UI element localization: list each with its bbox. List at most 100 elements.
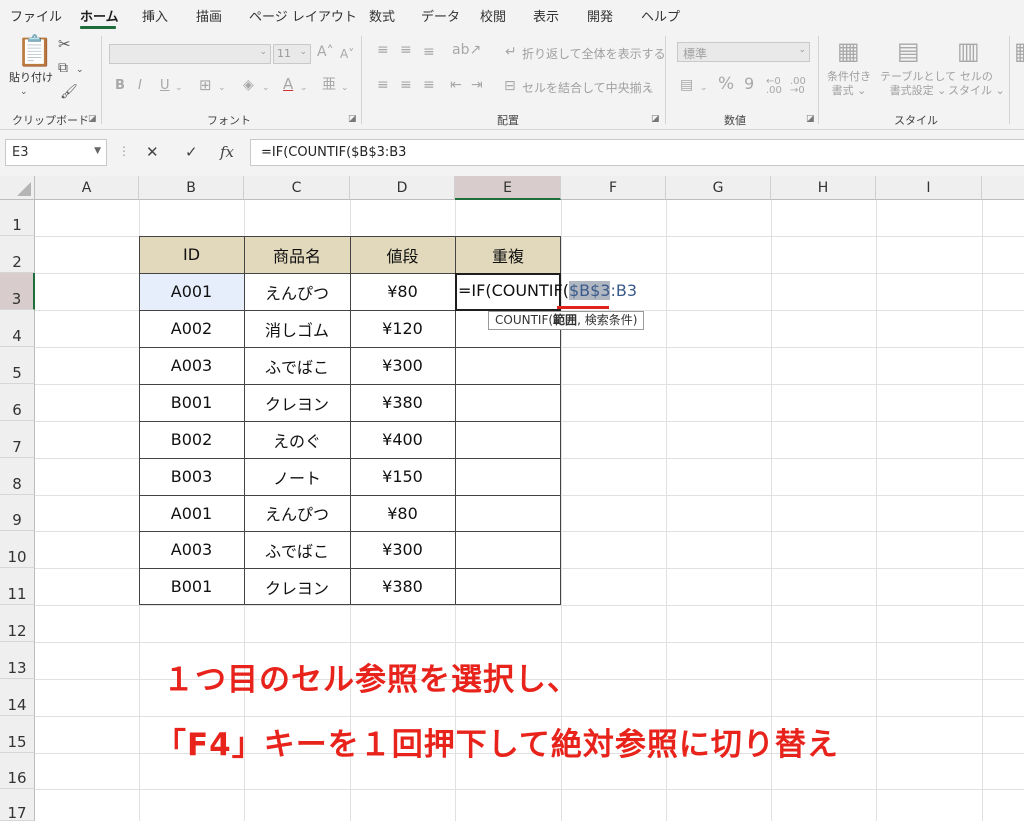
column-header-I[interactable]: I xyxy=(876,176,982,200)
row-header-10[interactable]: 10 xyxy=(0,531,35,568)
row-header-9[interactable]: 9 xyxy=(0,495,35,531)
conditional-format-icon[interactable]: ▦ xyxy=(837,38,860,64)
table-cell[interactable]: クレヨン xyxy=(244,384,350,421)
table-cell[interactable]: A003 xyxy=(139,347,244,384)
conditional-format-button[interactable]: 条件付き 書式 ⌄ xyxy=(827,70,871,98)
row-header-11[interactable]: 11 xyxy=(0,568,35,605)
table-cell[interactable]: ¥80 xyxy=(350,495,455,531)
format-painter-icon[interactable]: 🖌 xyxy=(60,84,78,100)
table-cell[interactable]: ¥150 xyxy=(350,458,455,495)
column-header-A[interactable]: A xyxy=(35,176,139,200)
column-header-G[interactable]: G xyxy=(666,176,771,200)
table-header-duplicate[interactable]: 重複 xyxy=(455,236,561,273)
borders-icon[interactable]: ⊞ xyxy=(199,77,212,93)
clipboard-launcher-icon[interactable]: ◪ xyxy=(88,114,97,124)
paste-button-label[interactable]: 貼り付け xyxy=(9,70,53,86)
table-header-price[interactable]: 値段 xyxy=(350,236,455,273)
fill-color-icon[interactable]: ◈ xyxy=(243,77,254,93)
tab-file[interactable]: ファイル xyxy=(10,6,62,25)
table-cell[interactable]: ¥80 xyxy=(350,273,455,310)
table-cell[interactable]: B003 xyxy=(139,458,244,495)
column-header-F[interactable]: F xyxy=(561,176,666,200)
decrease-decimal-icon[interactable]: .00 →0 xyxy=(790,77,806,96)
tooltip-arg-range[interactable]: 範囲 xyxy=(553,313,577,327)
insert-cells-icon[interactable]: ▦ xyxy=(1014,38,1024,64)
column-header-H[interactable]: H xyxy=(771,176,876,200)
selected-reference[interactable]: $B$3 xyxy=(568,281,611,300)
orientation-icon[interactable]: ab↗ xyxy=(452,42,481,58)
fill-color-dropdown-icon[interactable]: ⌄ xyxy=(262,80,270,96)
phonetic-dropdown-icon[interactable]: ⌄ xyxy=(341,80,349,96)
table-cell[interactable]: ¥380 xyxy=(350,568,455,605)
cell-styles-button[interactable]: セルの スタイル ⌄ xyxy=(948,70,1005,98)
format-as-table-button[interactable]: テーブルとして 書式設定 ⌄ xyxy=(880,70,956,98)
table-cell[interactable]: B001 xyxy=(139,384,244,421)
name-box-dropdown-icon[interactable]: ▼ xyxy=(94,146,101,156)
column-header-J[interactable] xyxy=(982,176,1024,200)
row-header-3[interactable]: 3 xyxy=(0,273,35,310)
increase-decimal-icon[interactable]: ←0.00 xyxy=(766,77,782,96)
cell-styles-icon[interactable]: ▥ xyxy=(957,38,980,64)
tab-view[interactable]: 表示 xyxy=(533,6,559,25)
table-cell[interactable]: クレヨン xyxy=(244,568,350,605)
decrease-font-icon[interactable]: A˅ xyxy=(340,46,354,62)
tab-developer[interactable]: 開発 xyxy=(587,6,613,25)
paste-icon[interactable]: 📋 xyxy=(16,36,53,68)
comma-style-icon[interactable]: 9 xyxy=(744,76,754,92)
font-color-icon[interactable]: A xyxy=(283,76,293,92)
number-format-combo[interactable]: 標準 ⌄ xyxy=(677,42,810,62)
increase-indent-icon[interactable]: ⇥ xyxy=(471,77,483,93)
row-header-14[interactable]: 14 xyxy=(0,679,35,716)
row-header-2[interactable]: 2 xyxy=(0,236,35,273)
number-launcher-icon[interactable]: ◪ xyxy=(806,114,815,124)
table-header-id[interactable]: ID xyxy=(139,236,244,273)
accounting-dropdown-icon[interactable]: ⌄ xyxy=(700,80,708,96)
row-header-6[interactable]: 6 xyxy=(0,384,35,421)
decrease-indent-icon[interactable]: ⇤ xyxy=(450,77,462,93)
table-cell[interactable]: A002 xyxy=(139,310,244,347)
font-color-dropdown-icon[interactable]: ⌄ xyxy=(300,80,308,96)
row-header-1[interactable]: 1 xyxy=(0,200,35,236)
name-box[interactable]: E3 ▼ xyxy=(5,139,107,166)
align-top-icon[interactable]: ≡ xyxy=(377,42,389,58)
tab-home[interactable]: ホーム xyxy=(80,6,119,25)
underline-button[interactable]: U xyxy=(160,78,170,94)
table-cell[interactable]: ¥120 xyxy=(350,310,455,347)
merge-center-button[interactable]: セルを結合して中央揃え xyxy=(522,79,654,96)
table-header-product[interactable]: 商品名 xyxy=(244,236,350,273)
format-as-table-icon[interactable]: ▤ xyxy=(897,38,920,64)
accounting-format-icon[interactable]: ▤ xyxy=(680,77,693,93)
select-all-corner[interactable] xyxy=(0,176,35,200)
wrap-text-icon[interactable]: ↵ xyxy=(505,44,517,60)
borders-dropdown-icon[interactable]: ⌄ xyxy=(218,80,226,96)
cancel-icon[interactable]: ✕ xyxy=(146,143,159,161)
copy-dropdown-icon[interactable]: ⌄ xyxy=(76,62,84,78)
align-center-icon[interactable]: ≡ xyxy=(400,77,412,93)
cut-icon[interactable]: ✂ xyxy=(58,36,71,52)
tab-page-layout[interactable]: ページ レイアウト xyxy=(249,6,357,25)
bold-button[interactable]: B xyxy=(115,78,125,94)
font-launcher-icon[interactable]: ◪ xyxy=(348,114,357,124)
cell-edit-formula[interactable]: =IF(COUNTIF($B$3:B3 xyxy=(458,281,637,300)
table-cell[interactable]: B002 xyxy=(139,421,244,458)
table-cell[interactable]: A001 xyxy=(139,495,244,531)
table-cell[interactable]: ノート xyxy=(244,458,350,495)
table-cell[interactable]: A001 xyxy=(139,273,244,310)
font-name-combo[interactable]: ⌄ xyxy=(109,44,271,64)
table-cell[interactable]: 消しゴム xyxy=(244,310,350,347)
tab-data[interactable]: データ xyxy=(421,6,460,25)
table-cell[interactable]: ¥400 xyxy=(350,421,455,458)
row-header-15[interactable]: 15 xyxy=(0,716,35,753)
insert-function-icon[interactable]: fx xyxy=(220,143,234,161)
wrap-text-button[interactable]: 折り返して全体を表示する xyxy=(522,45,666,62)
row-header-8[interactable]: 8 xyxy=(0,458,35,495)
column-header-B[interactable]: B xyxy=(139,176,244,200)
row-header-17[interactable]: 17 xyxy=(0,789,35,822)
table-cell[interactable]: ¥300 xyxy=(350,531,455,568)
table-cell[interactable]: ¥300 xyxy=(350,347,455,384)
column-header-D[interactable]: D xyxy=(350,176,455,200)
table-cell[interactable]: えのぐ xyxy=(244,421,350,458)
row-header-4[interactable]: 4 xyxy=(0,310,35,347)
function-tooltip[interactable]: COUNTIF(範囲, 検索条件) xyxy=(488,311,645,330)
column-header-C[interactable]: C xyxy=(244,176,350,200)
